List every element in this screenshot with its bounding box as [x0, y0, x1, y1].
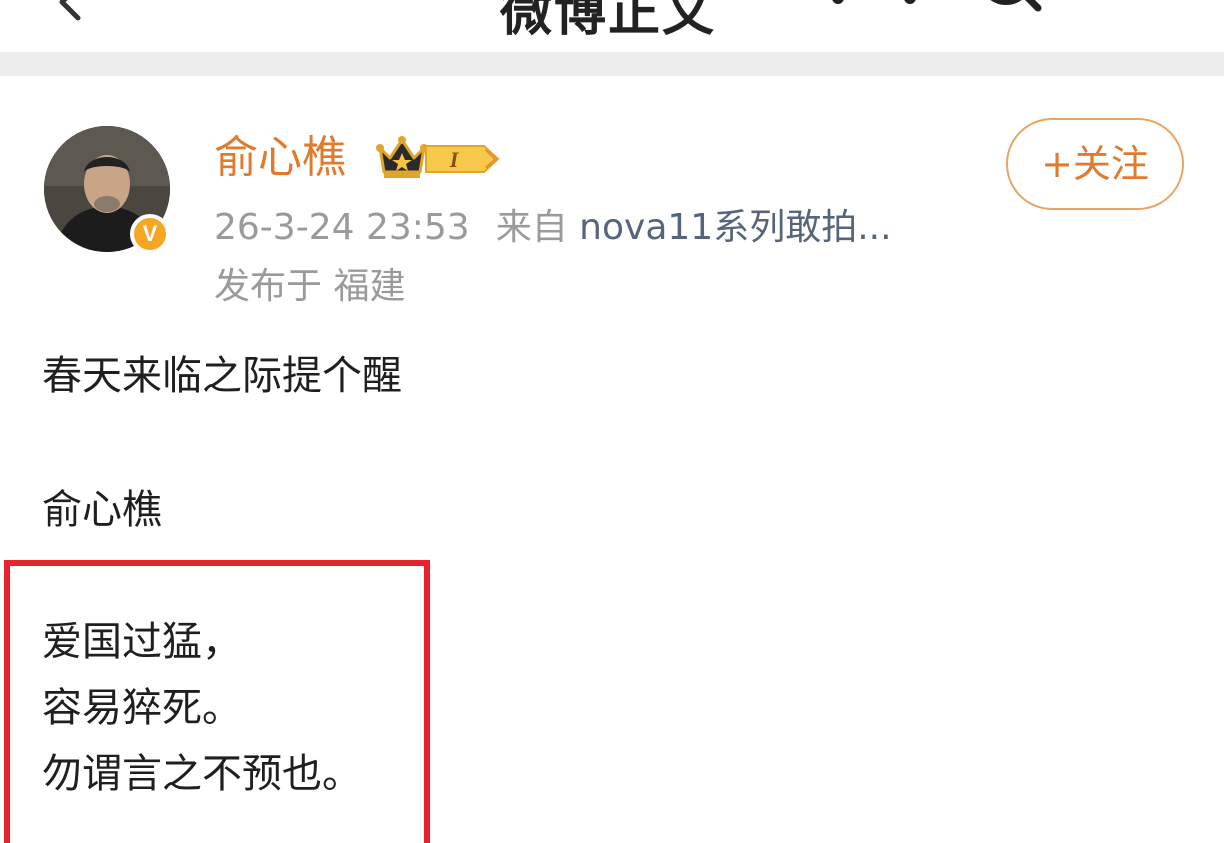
source-prefix: 来自	[495, 207, 568, 248]
top-navigation-bar: 微博正文	[0, 0, 1224, 52]
post-text-line: 春天来临之际提个醒	[42, 353, 402, 399]
post-text-line: 俞心樵	[42, 487, 162, 533]
post-text-line: 容易猝死。	[42, 685, 242, 731]
audio-signal-icon[interactable]	[828, 0, 923, 18]
member-level-badge: I	[425, 145, 500, 173]
follow-button[interactable]: +关注	[1006, 118, 1184, 210]
weibo-post-card: V 俞心樵 I +关注 26-3-24 23:53 来自 nova11系列敢拍..…	[0, 76, 1224, 843]
chevron-left-icon[interactable]	[50, 0, 90, 22]
section-divider	[0, 52, 1224, 76]
post-meta: 26-3-24 23:53 来自 nova11系列敢拍...	[214, 202, 892, 254]
post-location: 发布于 福建	[214, 266, 406, 307]
search-icon[interactable]	[972, 0, 1046, 26]
post-text-line: 勿谓言之不预也。	[42, 751, 362, 797]
author-name[interactable]: 俞心樵	[214, 128, 346, 188]
post-timestamp: 26-3-24 23:53	[214, 207, 470, 248]
source-device-link[interactable]: nova11系列敢拍...	[579, 207, 891, 248]
verified-badge: V	[130, 214, 170, 254]
post-text-line: 爱国过猛，	[42, 619, 242, 665]
page-title: 微博正文	[500, 0, 717, 43]
crown-icon	[376, 136, 428, 178]
svg-text:I: I	[449, 147, 460, 172]
